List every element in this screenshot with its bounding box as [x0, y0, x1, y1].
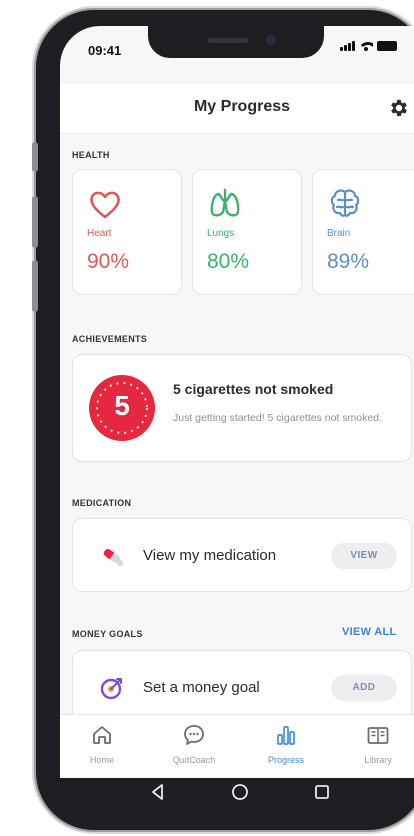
- page-title: My Progress: [193, 98, 291, 115]
- achievement-card[interactable]: 5 5 cigarettes not smoked Just getting s…: [72, 354, 412, 462]
- tab-label: Library: [364, 755, 392, 765]
- home-circle-icon[interactable]: [228, 780, 252, 804]
- lungs-icon: [210, 188, 240, 217]
- medication-label: View my medication: [143, 547, 277, 564]
- target-icon: [100, 678, 122, 700]
- front-camera: [266, 35, 276, 45]
- tab-bar: Home QuitCoach Progress Library: [60, 714, 414, 778]
- health-card-lungs[interactable]: Lungs 80%: [192, 169, 302, 295]
- achievement-badge-number: 5: [114, 390, 130, 421]
- brain-icon: [330, 189, 360, 217]
- app-screen: 09:41 My Progress HEALTH Heart 90% Lungs: [60, 26, 414, 778]
- status-icons: [340, 41, 397, 51]
- money-goal-label: Set a money goal: [143, 679, 260, 696]
- volume-down-button: [32, 260, 38, 312]
- bar-chart-icon: [277, 726, 295, 745]
- mute-switch: [32, 142, 38, 172]
- health-section-label: HEALTH: [72, 150, 110, 160]
- health-label: Brain: [327, 228, 351, 239]
- back-triangle-icon[interactable]: [146, 780, 170, 804]
- view-all-link[interactable]: VIEW ALL: [342, 626, 397, 638]
- health-label: Heart: [87, 228, 112, 239]
- gear-icon[interactable]: [388, 97, 410, 119]
- money-goals-section-label: MONEY GOALS: [72, 629, 143, 639]
- achievements-section-label: ACHIEVEMENTS: [72, 334, 148, 344]
- achievement-badge: 5: [89, 375, 155, 441]
- tab-home[interactable]: Home: [62, 723, 142, 773]
- health-value: 90%: [87, 250, 130, 273]
- battery-icon: [377, 41, 397, 51]
- tab-label: QuitCoach: [172, 755, 216, 765]
- tab-quitcoach[interactable]: QuitCoach: [154, 723, 234, 773]
- money-goal-row[interactable]: Set a money goal ADD: [72, 650, 412, 724]
- speaker: [208, 38, 248, 43]
- medication-row[interactable]: View my medication VIEW: [72, 518, 412, 592]
- wifi-icon: [359, 41, 373, 51]
- achievement-description: Just getting started! 5 cigarettes not s…: [173, 412, 382, 424]
- notch: [148, 26, 324, 58]
- system-nav-bar: [60, 770, 414, 820]
- achievement-title: 5 cigarettes not smoked: [173, 381, 334, 397]
- tab-progress[interactable]: Progress: [246, 723, 326, 773]
- health-card-brain[interactable]: Brain 89%: [312, 169, 414, 295]
- tab-label: Home: [89, 755, 114, 765]
- pill-icon: [103, 549, 123, 566]
- health-value: 80%: [207, 250, 250, 273]
- volume-up-button: [32, 196, 38, 248]
- view-medication-button[interactable]: VIEW: [331, 543, 397, 569]
- heart-icon: [90, 191, 120, 219]
- recents-square-icon[interactable]: [310, 780, 334, 804]
- book-icon: [367, 727, 389, 744]
- home-icon: [93, 726, 111, 744]
- tab-label: Progress: [267, 755, 304, 765]
- chat-bubble-icon: [184, 725, 204, 745]
- status-time: 09:41: [88, 43, 122, 58]
- health-card-heart[interactable]: Heart 90%: [72, 169, 182, 295]
- signal-icon: [340, 41, 355, 51]
- health-label: Lungs: [207, 228, 235, 239]
- add-money-goal-button[interactable]: ADD: [331, 675, 397, 701]
- page-header: My Progress: [60, 84, 414, 134]
- medication-section-label: MEDICATION: [72, 498, 132, 508]
- health-value: 89%: [327, 250, 370, 273]
- tab-library[interactable]: Library: [338, 723, 414, 773]
